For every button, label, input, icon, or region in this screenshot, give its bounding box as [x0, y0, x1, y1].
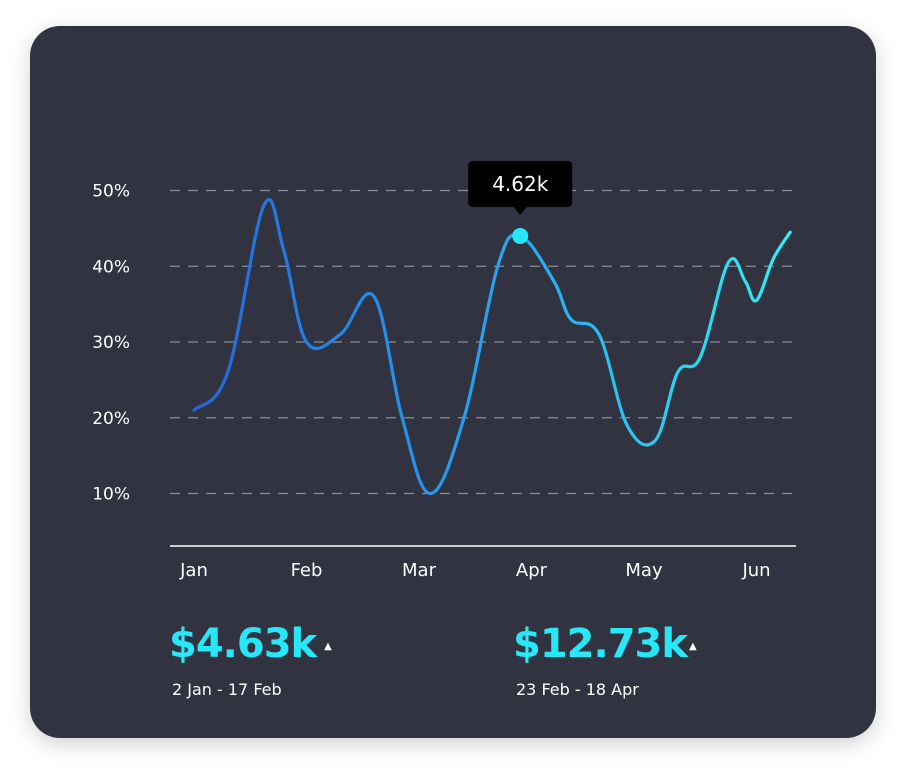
trend-up-icon: ▲	[324, 641, 332, 652]
tooltip-pointer	[513, 206, 528, 215]
stat-block-1: $4.63k ▲ 2 Jan - 17 Feb	[169, 622, 332, 699]
x-tick-label: Jan	[179, 560, 208, 581]
stat-range-2: 23 Feb - 18 Apr	[516, 680, 639, 699]
stat-value-2: $12.73k	[513, 621, 688, 667]
y-tick-label: 40%	[92, 257, 130, 277]
stat-block-2: $12.73k ▲ 23 Feb - 18 Apr	[513, 622, 697, 699]
trend-up-icon: ▲	[688, 641, 697, 652]
series-line	[192, 198, 792, 496]
y-tick-label: 50%	[92, 182, 130, 202]
chart-card: 10% 20% 30% 40% 50% Jan Feb Mar Apr May Jun 4.62k $…	[30, 26, 876, 738]
x-tick-label: Apr	[516, 560, 548, 581]
y-tick-label: 20%	[92, 409, 130, 429]
stat-range-1: 2 Jan - 17 Feb	[172, 680, 282, 699]
x-tick-label: Jun	[741, 560, 770, 581]
x-tick-label: Feb	[291, 560, 323, 581]
tooltip-label: 4.62k	[492, 172, 549, 196]
y-tick-label: 30%	[92, 333, 130, 353]
y-tick-label: 10%	[92, 485, 130, 505]
highlight-point	[512, 227, 529, 244]
stat-value-1: $4.63k	[169, 621, 317, 667]
x-tick-label: May	[625, 560, 663, 581]
line-chart: 10% 20% 30% 40% 50% Jan Feb Mar Apr May Jun 4.62k	[92, 160, 796, 581]
x-tick-label: Mar	[402, 560, 437, 581]
